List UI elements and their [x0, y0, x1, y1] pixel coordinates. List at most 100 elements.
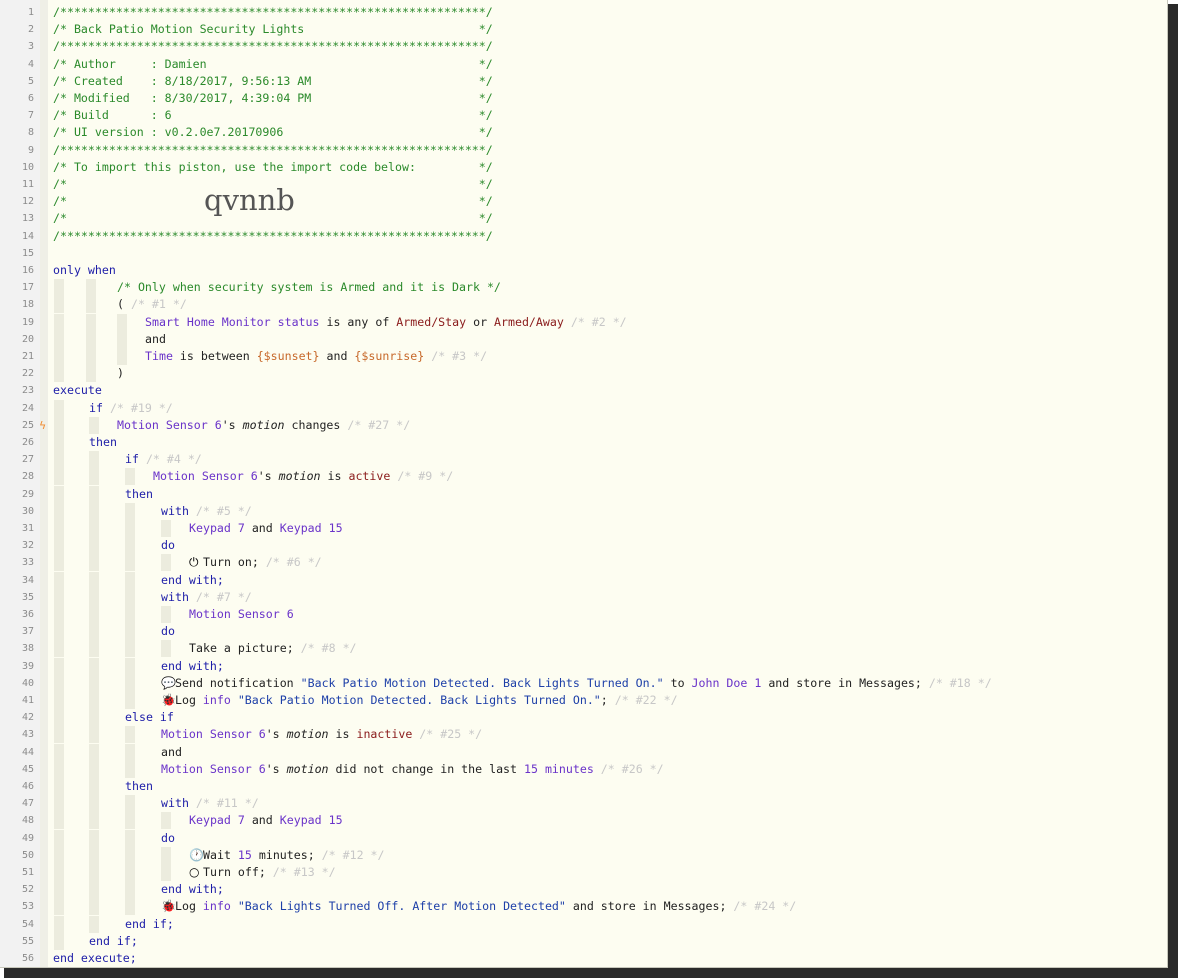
indent-guide — [161, 812, 171, 830]
indent-guide — [125, 468, 135, 486]
code-line: 32 do — [0, 537, 1167, 555]
bug-icon: 🐞 — [161, 693, 176, 707]
indent-guide — [86, 365, 96, 383]
code-text: if /* #19 */ — [89, 400, 173, 417]
attribute: motion — [278, 469, 321, 484]
variable: {$sunrise} — [354, 349, 425, 363]
line-number: 29 — [21, 488, 34, 500]
code-text: Motion Sensor 6's motion changes /* #27 … — [117, 417, 410, 434]
code-text: ⏻ Turn on; /* #6 */ — [189, 554, 322, 571]
comment: /* Only when security system is Armed an… — [117, 280, 501, 295]
code-text: end if; — [89, 933, 138, 950]
code-line: 35 with /* #7 */ — [0, 588, 1167, 606]
op: 's — [265, 761, 287, 776]
code-text: with /* #5 */ — [161, 503, 252, 520]
op: and — [244, 813, 280, 828]
indent-guide — [86, 348, 96, 365]
code-text: /* Back Patio Motion Security Lights */ — [53, 21, 493, 38]
indent-guide — [89, 795, 99, 813]
code-text: /***************************************… — [53, 142, 493, 159]
code-text: Smart Home Monitor status is any of Arme… — [145, 314, 627, 331]
indent-guide — [161, 606, 171, 623]
keyword: execute — [53, 383, 102, 398]
indent-guide — [89, 812, 99, 830]
code-line: 28 Motion Sensor 6's motion is active /* … — [0, 468, 1167, 486]
code-line: 36 Motion Sensor 6 — [0, 606, 1167, 623]
code-line: 10 /* To import this piston, use the impo… — [0, 159, 1167, 176]
code-line: 49 do — [0, 829, 1167, 847]
code-line: 20 and — [0, 330, 1167, 348]
line-number: 25 — [21, 419, 34, 431]
indent-guide — [54, 743, 64, 761]
header-comment: /***************************************… — [53, 39, 493, 54]
code-line: 37 do — [0, 623, 1167, 641]
code-text: 🐞Log info "Back Lights Turned Off. After… — [161, 898, 796, 915]
op: 's — [257, 469, 279, 484]
line-number: 17 — [21, 282, 34, 294]
indent-guide — [125, 881, 135, 899]
indent-guide — [161, 864, 171, 881]
indent-guide — [89, 709, 99, 727]
attribute: motion — [286, 761, 329, 776]
keyword: else if — [125, 710, 174, 725]
indent-guide — [54, 296, 64, 314]
keyword: then — [89, 435, 117, 449]
line-number: 22 — [21, 368, 34, 380]
code-line: 41 🐞Log info "Back Patio Motion Detected.… — [0, 692, 1167, 709]
indent-guide — [54, 623, 64, 641]
line-number: 53 — [21, 901, 34, 913]
indent-guide — [89, 692, 99, 709]
code-line: 1 /**************************************… — [0, 4, 1167, 21]
line-number: 6 — [27, 93, 34, 104]
code-line: 43 Motion Sensor 6's motion is inactive /… — [0, 726, 1167, 744]
op: and — [319, 349, 355, 363]
code-text: Time is between {$sunset} and {$sunrise}… — [145, 348, 487, 365]
line-number: 8 — [27, 127, 34, 139]
indent-guide — [54, 915, 64, 933]
clock-icon: 🕐 — [189, 847, 204, 862]
code-line: 3 /**************************************… — [0, 38, 1167, 55]
line-number: 27 — [21, 454, 34, 466]
line-number: 15 — [21, 247, 34, 259]
indent-guide — [125, 864, 135, 881]
op: and store in Messages; — [761, 675, 922, 690]
keyword: if — [125, 452, 139, 467]
indent-guide — [89, 485, 99, 503]
indent-guide — [125, 674, 135, 692]
indent-guide — [54, 846, 64, 864]
string: "Back Patio Motion Detected. Back Lights… — [300, 675, 664, 690]
line-number: 7 — [27, 110, 34, 122]
power-icon: ⏻ — [189, 555, 199, 570]
indent-guide — [89, 502, 99, 520]
indent-guide — [89, 606, 99, 623]
device: Motion Sensor 6 — [189, 607, 294, 621]
code-text: /* Modified : 8/30/2017, 4:39:04 PM */ — [53, 90, 493, 107]
code-text: 💬Send notification "Back Patio Motion De… — [161, 675, 992, 692]
device: Keypad 15 — [279, 813, 343, 828]
code-line: 12 /* */qvnnb — [0, 183, 1167, 217]
task: Take a picture; — [189, 641, 294, 656]
value: 15 — [524, 761, 538, 776]
indent-guide — [125, 760, 135, 778]
indent-guide — [54, 795, 64, 813]
keyword: do — [161, 538, 175, 553]
indent-guide — [89, 846, 99, 864]
line-number: 37 — [21, 626, 34, 638]
statement-id: /* #24 */ — [726, 899, 797, 914]
line-number: 1 — [27, 7, 34, 18]
indent-guide — [54, 416, 64, 434]
line-number: 43 — [21, 729, 34, 741]
code-line: 56 end execute; — [0, 950, 1167, 967]
line-number: 41 — [21, 695, 34, 706]
op: is between — [172, 349, 257, 363]
power-off-icon: ○ — [189, 865, 200, 879]
keyword: with — [161, 589, 189, 604]
statement-id: /* #22 */ — [607, 693, 678, 707]
indent-guide — [161, 554, 171, 572]
statement-id: /* #27 */ — [340, 417, 411, 432]
code-line: 48 Keypad 7 and Keypad 15 — [0, 812, 1167, 830]
statement-id: /* #8 */ — [293, 641, 357, 656]
statement-id: /* #18 */ — [921, 675, 992, 690]
code-text: with /* #11 */ — [161, 795, 259, 812]
indent-guide — [86, 313, 96, 331]
